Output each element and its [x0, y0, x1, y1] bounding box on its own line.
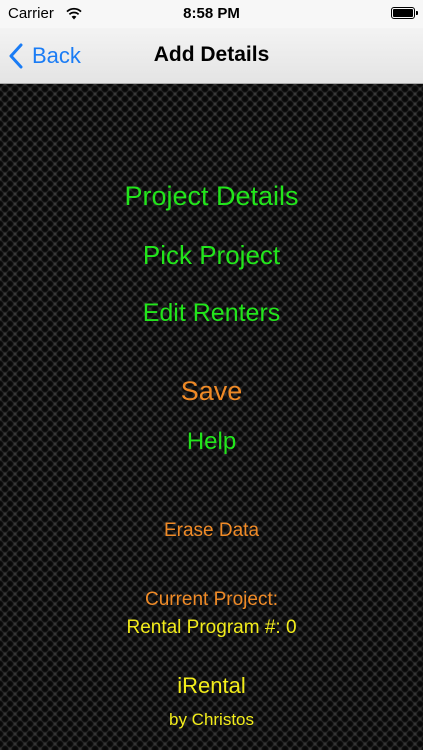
battery-fill — [393, 9, 413, 17]
current-project-value: Rental Program #: 0 — [126, 617, 297, 638]
status-bar: Carrier 8:58 PM — [0, 0, 423, 28]
navigation-bar: Back Add Details — [0, 28, 423, 84]
help-button[interactable]: Help — [0, 428, 423, 456]
current-project-label: Current Project: — [144, 589, 279, 610]
pick-project-button[interactable]: Pick Project — [0, 240, 423, 271]
main-content: Project Details Pick Project Edit Renter… — [0, 84, 423, 750]
page-title: Add Details — [153, 43, 270, 66]
author-credit: by Christos — [168, 710, 255, 729]
battery-icon — [391, 7, 418, 19]
erase-data-button[interactable]: Erase Data — [0, 520, 423, 542]
project-details-button[interactable]: Project Details — [0, 181, 423, 212]
app-name: iRental — [177, 673, 246, 698]
status-time: 8:58 PM — [183, 5, 240, 22]
edit-renters-button[interactable]: Edit Renters — [0, 299, 423, 328]
save-button[interactable]: Save — [0, 376, 423, 407]
